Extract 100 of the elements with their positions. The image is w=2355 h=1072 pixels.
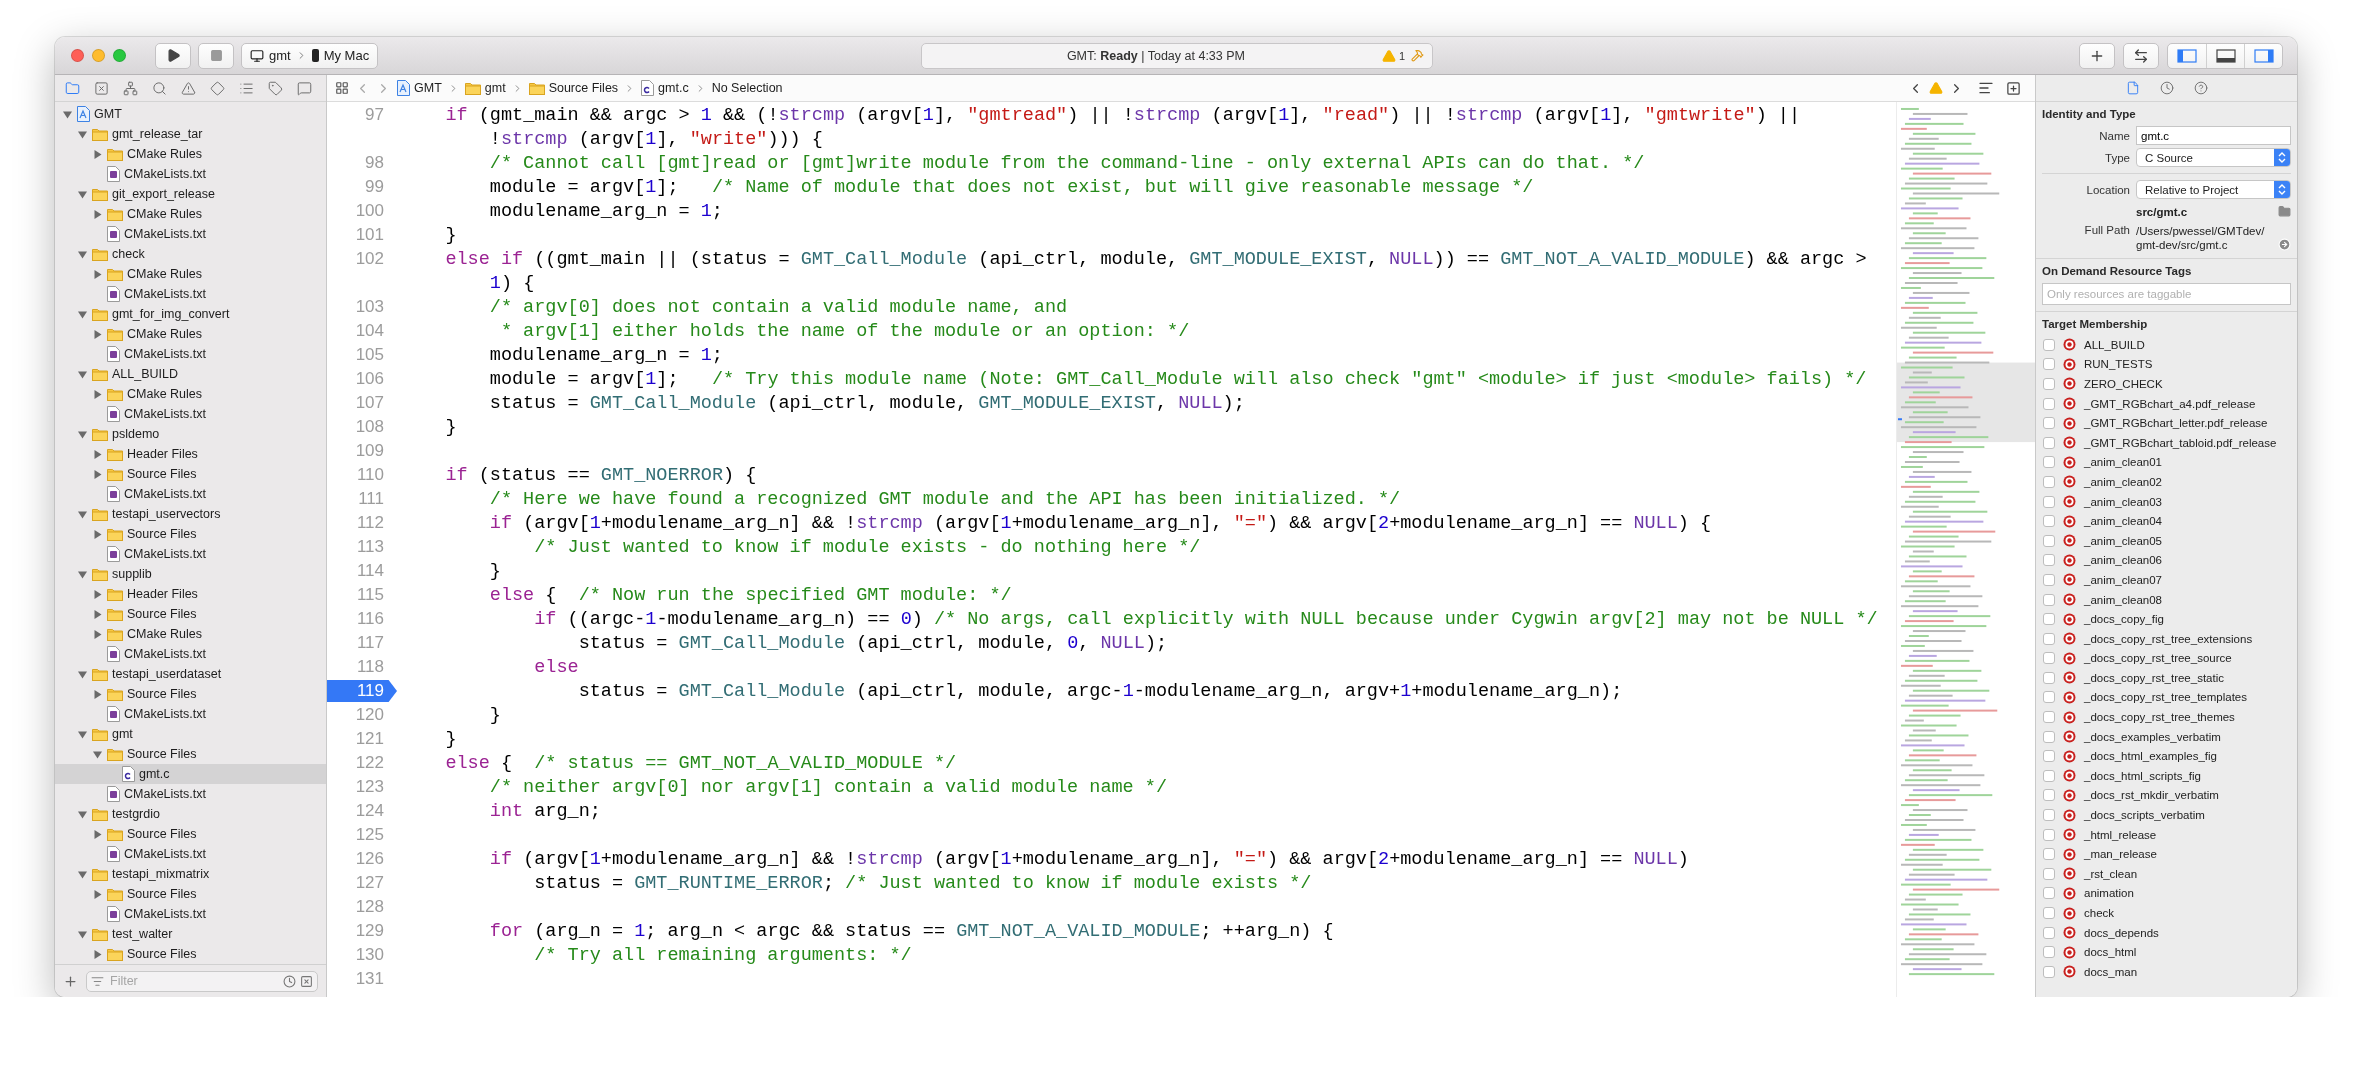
navigator-item[interactable]: CMakeLists.txt [55, 844, 326, 864]
filter-input[interactable]: Filter [108, 973, 279, 989]
checkbox[interactable] [2043, 769, 2055, 782]
library-button[interactable] [2079, 42, 2115, 69]
navigator-item[interactable]: CMakeLists.txt [55, 904, 326, 924]
navigator-item[interactable]: CMakeLists.txt [55, 644, 326, 664]
checkbox[interactable] [2043, 495, 2055, 508]
checkbox[interactable] [2043, 515, 2055, 528]
checkbox[interactable] [2043, 750, 2055, 763]
navigator-item[interactable]: Source Files [55, 604, 326, 624]
target-icon [2063, 867, 2076, 881]
breadcrumb[interactable]: gmt [464, 81, 506, 95]
breadcrumb[interactable]: No Selection [711, 81, 783, 95]
stop-button[interactable] [198, 42, 234, 69]
navigator-item[interactable]: git_export_release [55, 184, 326, 204]
checkbox[interactable] [2043, 475, 2055, 488]
navigator-item[interactable]: testapi_userdataset [55, 664, 326, 684]
navigator-item[interactable]: Header Files [55, 444, 326, 464]
navigator-item[interactable]: Source Files [55, 884, 326, 904]
checkbox[interactable] [2043, 632, 2055, 645]
checkbox[interactable] [2043, 358, 2055, 371]
cmake-file-icon [107, 786, 120, 802]
navigator-item[interactable]: check [55, 244, 326, 264]
checkbox[interactable] [2043, 573, 2055, 586]
navigator-item[interactable]: Source Files [55, 524, 326, 544]
checkbox[interactable] [2043, 671, 2055, 684]
navigator-item[interactable]: Source Files [55, 744, 326, 764]
navigator-item[interactable]: CMakeLists.txt [55, 704, 326, 724]
name-field[interactable]: gmt.c [2136, 126, 2291, 145]
navigator-item[interactable]: ALL_BUILD [55, 364, 326, 384]
navigator-item[interactable]: CMake Rules [55, 264, 326, 284]
checkbox[interactable] [2043, 946, 2055, 959]
checkbox[interactable] [2043, 711, 2055, 724]
minimap-drawing[interactable] [1896, 102, 2035, 997]
navigator-item[interactable]: Source Files [55, 944, 326, 964]
checkbox[interactable] [2043, 809, 2055, 822]
zoom-window-button[interactable] [113, 49, 126, 62]
checkbox[interactable] [2043, 907, 2055, 919]
checkbox[interactable] [2043, 848, 2055, 861]
navigator-item[interactable]: GMT [55, 104, 326, 124]
checkbox[interactable] [2043, 789, 2055, 802]
checkbox[interactable] [2043, 397, 2055, 410]
navigator-item[interactable]: CMakeLists.txt [55, 544, 326, 564]
run-button[interactable] [155, 42, 191, 69]
item-label: supplib [112, 567, 152, 581]
navigator-item[interactable]: CMake Rules [55, 624, 326, 644]
breadcrumb[interactable]: Source Files [528, 81, 619, 95]
filter-field[interactable]: Filter [86, 970, 318, 992]
navigator-item[interactable]: Source Files [55, 684, 326, 704]
navigator-item[interactable]: Header Files [55, 584, 326, 604]
minimize-window-button[interactable] [92, 49, 105, 62]
navigator-item[interactable]: testapi_uservectors [55, 504, 326, 524]
checkbox[interactable] [2043, 378, 2055, 390]
checkbox[interactable] [2043, 828, 2055, 841]
navigator-item[interactable]: CMake Rules [55, 204, 326, 224]
navigator-item[interactable]: CMakeLists.txt [55, 164, 326, 184]
checkbox[interactable] [2043, 338, 2055, 351]
navigator-item[interactable]: CMakeLists.txt [55, 344, 326, 364]
code-review-button[interactable] [2123, 42, 2159, 69]
navigator-item[interactable]: CMakeLists.txt [55, 484, 326, 504]
breadcrumb[interactable]: gmt.c [641, 80, 689, 96]
navigator-item[interactable]: Source Files [55, 824, 326, 844]
navigator-item[interactable]: CMakeLists.txt [55, 284, 326, 304]
scheme-selector[interactable]: gmt My Mac [241, 42, 379, 69]
navigator-item[interactable]: Source Files [55, 464, 326, 484]
checkbox[interactable] [2043, 691, 2055, 704]
checkbox[interactable] [2043, 652, 2055, 665]
checkbox[interactable] [2043, 867, 2055, 880]
location-select[interactable]: Relative to Project [2136, 180, 2291, 199]
tags-field[interactable]: Only resources are taggable [2042, 283, 2291, 305]
checkbox[interactable] [2043, 417, 2055, 430]
checkbox[interactable] [2043, 593, 2055, 606]
checkbox[interactable] [2043, 436, 2055, 449]
checkbox[interactable] [2043, 554, 2055, 567]
checkbox[interactable] [2043, 965, 2055, 978]
checkbox[interactable] [2043, 534, 2055, 547]
navigator-item[interactable]: testgrdio [55, 804, 326, 824]
navigator-item[interactable]: CMake Rules [55, 144, 326, 164]
item-label: Source Files [127, 527, 197, 541]
navigator-item[interactable]: CMakeLists.txt [55, 224, 326, 244]
navigator-item[interactable]: gmt_for_img_convert [55, 304, 326, 324]
navigator-item[interactable]: supplib [55, 564, 326, 584]
close-window-button[interactable] [71, 49, 84, 62]
navigator-item[interactable]: gmt [55, 724, 326, 744]
navigator-item[interactable]: gmt.c [55, 764, 326, 784]
type-select[interactable]: C Source [2136, 148, 2291, 167]
navigator-item[interactable]: CMake Rules [55, 384, 326, 404]
navigator-item[interactable]: CMakeLists.txt [55, 784, 326, 804]
navigator-item[interactable]: test_walter [55, 924, 326, 944]
navigator-item[interactable]: CMakeLists.txt [55, 404, 326, 424]
checkbox[interactable] [2043, 613, 2055, 626]
navigator-item[interactable]: testapi_mixmatrix [55, 864, 326, 884]
navigator-item[interactable]: gmt_release_tar [55, 124, 326, 144]
navigator-item[interactable]: psldemo [55, 424, 326, 444]
breadcrumb[interactable]: GMT [397, 80, 442, 96]
navigator-item[interactable]: CMake Rules [55, 324, 326, 344]
checkbox[interactable] [2043, 887, 2055, 900]
checkbox[interactable] [2043, 456, 2055, 469]
checkbox[interactable] [2043, 730, 2055, 743]
checkbox[interactable] [2043, 926, 2055, 939]
